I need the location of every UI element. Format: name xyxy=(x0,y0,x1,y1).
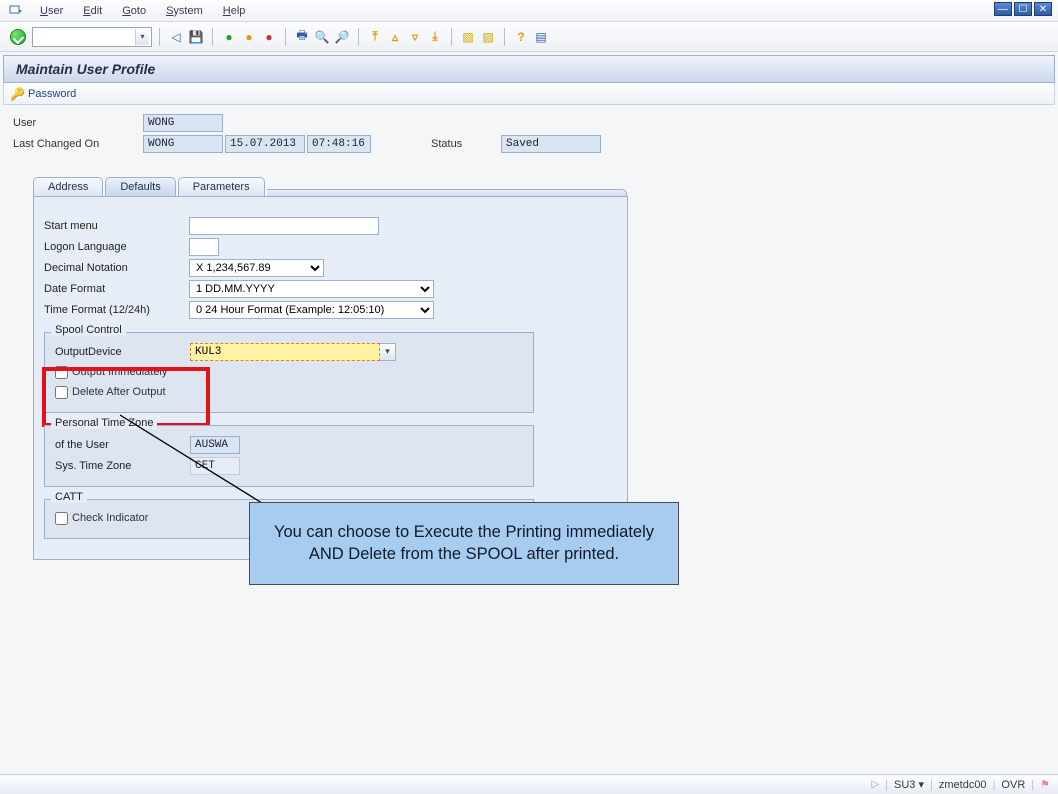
status-label: Status xyxy=(431,138,501,150)
new-session-icon[interactable]: ▧ xyxy=(459,28,477,46)
last-page-icon[interactable]: ⤓ xyxy=(426,28,444,46)
content-area: User WONG Last Changed On WONG 15.07.201… xyxy=(3,113,1055,560)
password-link[interactable]: Password xyxy=(28,88,76,100)
status-tcode: SU3 ▾ xyxy=(894,778,924,791)
menu-system[interactable]: System xyxy=(156,3,213,19)
help-icon[interactable]: ? xyxy=(512,28,530,46)
spool-control-group: Spool Control OutputDevice ▾ Output Imme… xyxy=(44,332,534,413)
standard-toolbar: ▾ ◁ 💾 ● ● ● 🖶 🔍 🔎 ⤒ ▵ ▿ ⤓ ▧ ▨ ? ▤ xyxy=(0,22,1058,52)
delete-after-output-label: Delete After Output xyxy=(72,386,166,398)
page-title: Maintain User Profile xyxy=(3,55,1055,83)
date-format-select[interactable]: 1 DD.MM.YYYY xyxy=(189,280,434,298)
decimal-notation-select[interactable]: X 1,234,567.89 xyxy=(189,259,324,277)
window-controls: — ☐ ✕ xyxy=(994,2,1052,16)
exit-button[interactable]: ● xyxy=(240,28,258,46)
status-mode: OVR xyxy=(1001,779,1025,791)
start-menu-input[interactable] xyxy=(189,217,379,235)
last-changed-time: 07:48:16 xyxy=(307,135,371,153)
tab-address[interactable]: Address xyxy=(33,177,103,196)
output-device-label: OutputDevice xyxy=(55,346,190,358)
status-flag-icon: ⚑ xyxy=(1040,778,1050,791)
tab-filler xyxy=(267,189,627,196)
next-page-icon[interactable]: ▿ xyxy=(406,28,424,46)
status-field: Saved xyxy=(501,135,601,153)
user-label: User xyxy=(13,117,143,129)
spool-control-title: Spool Control xyxy=(51,324,126,336)
annotation-callout: You can choose to Execute the Printing i… xyxy=(249,502,679,585)
statusbar: ▷ | SU3 ▾ | zmetdc00 | OVR | ⚑ xyxy=(0,774,1058,794)
output-device-f4-icon[interactable]: ▾ xyxy=(380,343,396,361)
start-menu-label: Start menu xyxy=(44,220,189,232)
output-immediately-checkbox[interactable] xyxy=(55,366,68,379)
minimize-button[interactable]: — xyxy=(994,2,1012,16)
delete-after-output-checkbox[interactable] xyxy=(55,386,68,399)
check-indicator-checkbox[interactable] xyxy=(55,512,68,525)
back-button[interactable]: ● xyxy=(220,28,238,46)
logon-language-label: Logon Language xyxy=(44,241,189,253)
personal-time-zone-title: Personal Time Zone xyxy=(51,417,157,429)
enter-button[interactable] xyxy=(10,29,26,45)
first-page-icon[interactable]: ⤒ xyxy=(366,28,384,46)
logon-language-input[interactable] xyxy=(189,238,219,256)
print-icon[interactable]: 🖶 xyxy=(293,28,311,46)
status-system: zmetdc00 xyxy=(939,779,987,791)
user-field: WONG xyxy=(143,114,223,132)
find-icon[interactable]: 🔍 xyxy=(313,28,331,46)
user-timezone-label: of the User xyxy=(55,439,190,451)
app-toolbar: 🔑 Password xyxy=(3,83,1055,105)
find-next-icon[interactable]: 🔎 xyxy=(333,28,351,46)
menu-help[interactable]: Help xyxy=(213,3,256,19)
time-format-select[interactable]: 0 24 Hour Format (Example: 12:05:10) xyxy=(189,301,434,319)
shortcut-icon[interactable]: ▨ xyxy=(479,28,497,46)
back-icon[interactable]: ◁ xyxy=(167,28,185,46)
close-button[interactable]: ✕ xyxy=(1034,2,1052,16)
key-icon: 🔑 xyxy=(10,87,24,101)
menu-edit[interactable]: Edit xyxy=(73,3,112,19)
personal-time-zone-group: Personal Time Zone of the User AUSWA Sys… xyxy=(44,425,534,487)
cancel-button[interactable]: ● xyxy=(260,28,278,46)
menu-user[interactable]: User xyxy=(30,3,73,19)
save-icon[interactable]: 💾 xyxy=(187,28,205,46)
prev-page-icon[interactable]: ▵ xyxy=(386,28,404,46)
output-immediately-label: Output Immediately xyxy=(72,366,167,378)
menubar: User Edit Goto System Help xyxy=(0,0,1058,22)
user-timezone-field[interactable]: AUSWA xyxy=(190,436,240,454)
menu-goto[interactable]: Goto xyxy=(112,3,156,19)
last-changed-date: 15.07.2013 xyxy=(225,135,305,153)
time-format-label: Time Format (12/24h) xyxy=(44,304,189,316)
chevron-down-icon: ▾ xyxy=(135,29,149,45)
sys-timezone-field: CET xyxy=(190,457,240,475)
date-format-label: Date Format xyxy=(44,283,189,295)
maximize-button[interactable]: ☐ xyxy=(1014,2,1032,16)
decimal-notation-label: Decimal Notation xyxy=(44,262,189,274)
sys-timezone-label: Sys. Time Zone xyxy=(55,460,190,472)
status-triangle-icon: ▷ xyxy=(871,779,879,790)
check-indicator-label: Check Indicator xyxy=(72,512,148,524)
layout-icon[interactable]: ▤ xyxy=(532,28,550,46)
output-device-input[interactable] xyxy=(190,343,380,361)
catt-title: CATT xyxy=(51,491,87,503)
last-changed-label: Last Changed On xyxy=(13,138,143,150)
command-field[interactable]: ▾ xyxy=(32,27,152,47)
tab-defaults[interactable]: Defaults xyxy=(105,177,175,196)
last-changed-by: WONG xyxy=(143,135,223,153)
menu-indicator-icon xyxy=(8,3,24,19)
tab-parameters[interactable]: Parameters xyxy=(178,177,265,196)
